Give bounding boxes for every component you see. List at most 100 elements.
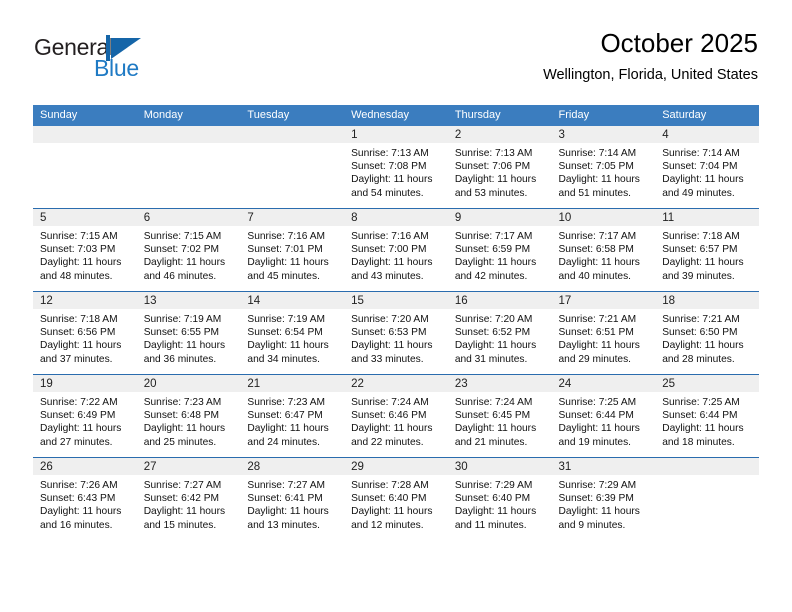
day-details: Sunrise: 7:15 AM Sunset: 7:02 PM Daylight:… — [137, 226, 241, 283]
calendar-day-cell[interactable]: 21 Sunrise: 7:23 AM Sunset: 6:47 PM Dayligh… — [240, 374, 345, 458]
calendar-day-cell[interactable]: 20 Sunrise: 7:23 AM Sunset: 6:48 PM Dayligh… — [136, 374, 241, 458]
weekday-header-tuesday: Tuesday — [240, 105, 345, 126]
day-number-band: 6 — [136, 209, 241, 226]
day-number-band: 22 — [344, 375, 448, 392]
sunrise-text: Sunrise: 7:17 AM — [558, 231, 637, 242]
day-number: 29 — [351, 461, 364, 473]
daylight-text-line1: Daylight: 11 hours — [454, 257, 537, 269]
day-number: 23 — [454, 378, 468, 390]
calendar-day-cell[interactable]: 5 Sunrise: 7:15 AM Sunset: 7:03 PM Daylight… — [33, 208, 137, 292]
day-number-band: 11 — [655, 209, 759, 226]
day-number: 31 — [558, 461, 572, 473]
calendar-day-cell[interactable]: 17 Sunrise: 7:21 AM Sunset: 6:51 PM Dayligh… — [551, 291, 656, 375]
calendar-week-row: 26 Sunrise: 7:26 AM Sunset: 6:43 PM Dayligh… — [33, 457, 759, 540]
sunrise-text: Sunrise: 7:15 AM — [143, 231, 222, 242]
daylight-text-line1: Daylight: 11 hours — [40, 506, 122, 518]
day-number: 30 — [454, 461, 468, 473]
daylight-text-line1: Daylight: 11 hours — [143, 506, 226, 518]
calendar-day-cell[interactable]: 12 Sunrise: 7:18 AM Sunset: 6:56 PM Dayligh… — [33, 291, 137, 375]
daylight-text-line2: and 18 minutes. — [662, 436, 735, 448]
calendar-week-row: 19 Sunrise: 7:22 AM Sunset: 6:49 PM Dayligh… — [33, 374, 759, 458]
calendar-day-cell[interactable]: 24 Sunrise: 7:25 AM Sunset: 6:44 PM Dayligh… — [551, 374, 656, 458]
daylight-text-line1: Daylight: 11 hours — [558, 174, 640, 186]
calendar-day-cell[interactable]: 28 Sunrise: 7:27 AM Sunset: 6:41 PM Dayligh… — [240, 457, 345, 540]
weekday-header-monday: Monday — [136, 105, 241, 126]
sunrise-text: Sunrise: 7:20 AM — [351, 314, 429, 325]
calendar-day-cell[interactable]: 9 Sunrise: 7:17 AM Sunset: 6:59 PM Daylight… — [447, 208, 552, 292]
day-details: Sunrise: 7:29 AM Sunset: 6:39 PM Daylight:… — [552, 475, 656, 532]
daylight-text-line2: and 27 minutes. — [40, 436, 113, 448]
calendar-day-cell[interactable]: 30 Sunrise: 7:29 AM Sunset: 6:40 PM Dayligh… — [447, 457, 552, 540]
calendar-day-cell[interactable]: 15 Sunrise: 7:20 AM Sunset: 6:53 PM Dayligh… — [344, 291, 448, 375]
day-number-band: 20 — [136, 375, 241, 392]
sunset-text: Sunset: 6:51 PM — [558, 327, 634, 339]
calendar-day-cell[interactable]: 18 Sunrise: 7:21 AM Sunset: 6:50 PM Dayligh… — [655, 291, 759, 375]
day-number: 15 — [351, 295, 364, 307]
calendar-day-cell[interactable]: 3 Sunrise: 7:14 AM Sunset: 7:05 PM Daylight… — [551, 126, 656, 209]
sunset-text: Sunset: 7:05 PM — [558, 161, 634, 173]
calendar-day-cell[interactable]: 31 Sunrise: 7:29 AM Sunset: 6:39 PM Dayligh… — [551, 457, 656, 540]
calendar-day-cell[interactable]: 16 Sunrise: 7:20 AM Sunset: 6:52 PM Dayligh… — [447, 291, 552, 375]
calendar-day-cell[interactable]: 27 Sunrise: 7:27 AM Sunset: 6:42 PM Dayligh… — [136, 457, 241, 540]
calendar-day-cell[interactable]: 22 Sunrise: 7:24 AM Sunset: 6:46 PM Dayligh… — [344, 374, 448, 458]
calendar-day-cell[interactable]: 26 Sunrise: 7:26 AM Sunset: 6:43 PM Dayligh… — [33, 457, 137, 540]
calendar-day-cell[interactable]: 10 Sunrise: 7:17 AM Sunset: 6:58 PM Dayligh… — [551, 208, 656, 292]
calendar-day-cell[interactable]: 8 Sunrise: 7:16 AM Sunset: 7:00 PM Daylight… — [344, 208, 448, 292]
daylight-text-line1: Daylight: 11 hours — [454, 423, 537, 435]
day-number: 18 — [662, 295, 676, 307]
day-number-band: 1 — [344, 126, 448, 143]
sunrise-text: Sunrise: 7:16 AM — [351, 231, 429, 242]
daylight-text-line2: and 22 minutes. — [351, 436, 424, 448]
daylight-text-line2: and 28 minutes. — [662, 353, 735, 365]
day-details: Sunrise: 7:15 AM Sunset: 7:03 PM Daylight:… — [33, 226, 137, 283]
daylight-text-line2: and 54 minutes. — [351, 187, 424, 199]
daylight-text-line2: and 39 minutes. — [662, 270, 735, 282]
day-number: 27 — [143, 461, 157, 473]
sunrise-text: Sunrise: 7:18 AM — [40, 314, 118, 325]
calendar-day-cell[interactable]: 6 Sunrise: 7:15 AM Sunset: 7:02 PM Daylight… — [136, 208, 241, 292]
daylight-text-line1: Daylight: 11 hours — [143, 423, 226, 435]
day-details: Sunrise: 7:17 AM Sunset: 6:59 PM Daylight:… — [448, 226, 552, 283]
calendar-day-cell[interactable]: 25 Sunrise: 7:25 AM Sunset: 6:44 PM Dayligh… — [655, 374, 759, 458]
day-details: Sunrise: 7:20 AM Sunset: 6:52 PM Daylight:… — [448, 309, 552, 366]
calendar-day-cell[interactable]: 14 Sunrise: 7:19 AM Sunset: 6:54 PM Dayligh… — [240, 291, 345, 375]
day-number: 21 — [247, 378, 261, 390]
day-details: Sunrise: 7:21 AM Sunset: 6:51 PM Daylight:… — [552, 309, 656, 366]
sunset-text: Sunset: 6:45 PM — [454, 410, 531, 422]
calendar-day-cell[interactable]: 1 Sunrise: 7:13 AM Sunset: 7:08 PM Daylight… — [344, 126, 448, 209]
calendar-day-cell[interactable]: 19 Sunrise: 7:22 AM Sunset: 6:49 PM Dayligh… — [33, 374, 137, 458]
day-details: Sunrise: 7:21 AM Sunset: 6:50 PM Daylight:… — [655, 309, 759, 366]
calendar-day-cell[interactable]: 7 Sunrise: 7:16 AM Sunset: 7:01 PM Daylight… — [240, 208, 345, 292]
general-blue-logo[interactable]: General Blue — [34, 34, 184, 92]
daylight-text-line1: Daylight: 11 hours — [454, 506, 537, 518]
daylight-text-line1: Daylight: 11 hours — [351, 340, 433, 352]
calendar-day-cell[interactable]: 11 Sunrise: 7:18 AM Sunset: 6:57 PM Dayligh… — [655, 208, 759, 292]
day-details: Sunrise: 7:14 AM Sunset: 7:05 PM Daylight:… — [552, 143, 656, 200]
day-number-band: 18 — [655, 292, 759, 309]
sunset-text: Sunset: 6:42 PM — [143, 493, 220, 505]
daylight-text-line1: Daylight: 11 hours — [454, 174, 537, 186]
day-details: Sunrise: 7:18 AM Sunset: 6:56 PM Daylight:… — [33, 309, 137, 366]
day-number-band: 27 — [136, 458, 241, 475]
calendar-day-cell[interactable]: 2 Sunrise: 7:13 AM Sunset: 7:06 PM Daylight… — [447, 126, 552, 209]
calendar-day-cell[interactable]: 4 Sunrise: 7:14 AM Sunset: 7:04 PM Daylight… — [655, 126, 759, 209]
sunset-text: Sunset: 6:53 PM — [351, 327, 427, 339]
calendar-day-cell[interactable]: 23 Sunrise: 7:24 AM Sunset: 6:45 PM Dayligh… — [447, 374, 552, 458]
calendar-day-cell[interactable]: 29 Sunrise: 7:28 AM Sunset: 6:40 PM Dayligh… — [344, 457, 448, 540]
sunset-text: Sunset: 7:08 PM — [351, 161, 427, 173]
day-number-band — [136, 126, 241, 143]
calendar-day-cell[interactable]: 13 Sunrise: 7:19 AM Sunset: 6:55 PM Dayligh… — [136, 291, 241, 375]
sunrise-text: Sunrise: 7:28 AM — [351, 480, 429, 491]
day-details: Sunrise: 7:25 AM Sunset: 6:44 PM Daylight:… — [552, 392, 656, 449]
day-details: Sunrise: 7:27 AM Sunset: 6:41 PM Daylight:… — [240, 475, 344, 532]
daylight-text-line2: and 25 minutes. — [143, 436, 217, 448]
day-details: Sunrise: 7:17 AM Sunset: 6:58 PM Daylight:… — [552, 226, 656, 283]
sunset-text: Sunset: 6:55 PM — [143, 327, 220, 339]
page-header: General Blue October 2025 Wellington, Fl… — [34, 28, 758, 98]
day-number: 4 — [662, 129, 669, 141]
daylight-text-line1: Daylight: 11 hours — [662, 174, 744, 186]
day-number: 24 — [558, 378, 572, 390]
sunset-text: Sunset: 6:59 PM — [454, 244, 531, 256]
sunset-text: Sunset: 7:02 PM — [143, 244, 220, 256]
daylight-text-line2: and 12 minutes. — [351, 519, 424, 531]
